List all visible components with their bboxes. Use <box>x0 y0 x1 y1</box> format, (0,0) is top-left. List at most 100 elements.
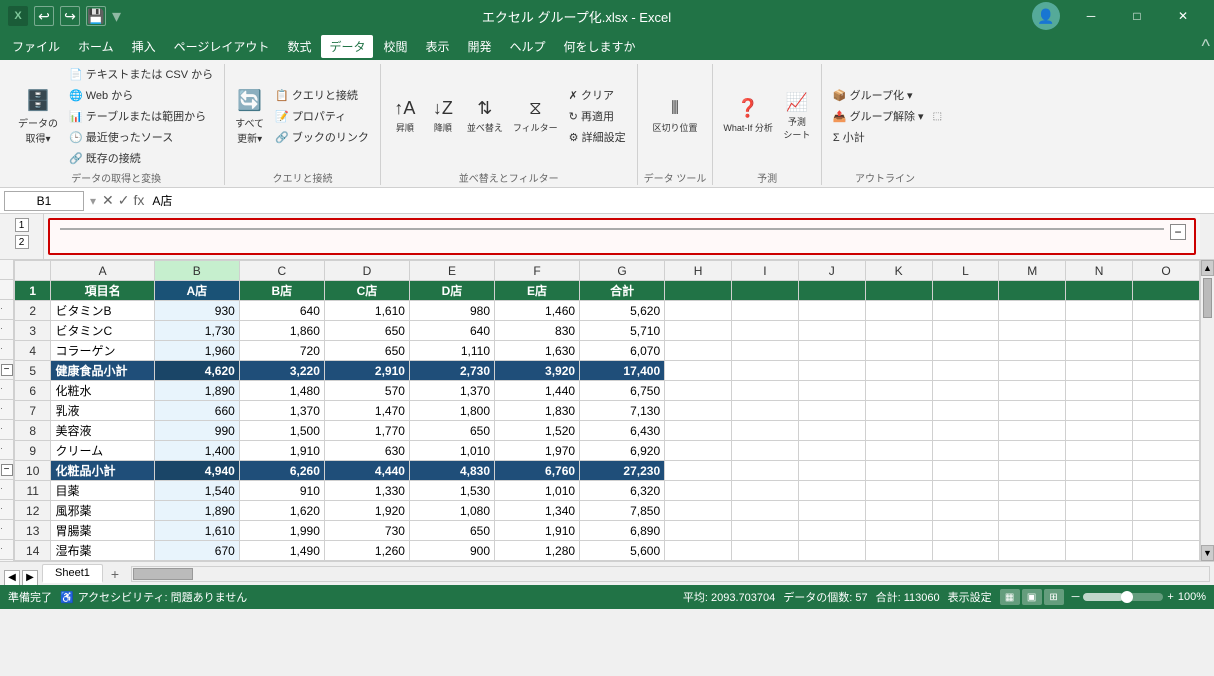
cell-j10[interactable] <box>798 461 865 481</box>
zoom-out-icon[interactable]: ─ <box>1072 591 1080 603</box>
cell-l7[interactable] <box>932 401 999 421</box>
cell-e13[interactable]: 650 <box>409 521 494 541</box>
cell-f9[interactable]: 1,970 <box>495 441 580 461</box>
scroll-thumb[interactable] <box>1203 278 1212 318</box>
cell-c6[interactable]: 1,480 <box>239 381 324 401</box>
cell-k12[interactable] <box>865 501 932 521</box>
scroll-track[interactable] <box>1201 276 1214 545</box>
cell-o6[interactable] <box>1133 381 1200 401</box>
cell-e7[interactable]: 1,800 <box>409 401 494 421</box>
cell-n11[interactable] <box>1066 481 1133 501</box>
cell-i10[interactable] <box>731 461 798 481</box>
cell-b7[interactable]: 660 <box>154 401 239 421</box>
cell-a3[interactable]: ビタミンC <box>51 321 154 341</box>
cell-n2[interactable] <box>1066 301 1133 321</box>
filter-button[interactable]: ⧖ フィルター <box>509 91 562 141</box>
cell-e6[interactable]: 1,370 <box>409 381 494 401</box>
cell-m13[interactable] <box>999 521 1066 541</box>
scroll-up-button[interactable]: ▲ <box>1201 260 1214 276</box>
menu-view[interactable]: 表示 <box>417 35 457 58</box>
from-table-button[interactable]: 📊 テーブルまたは範囲から <box>64 106 218 126</box>
cell-k5[interactable] <box>865 361 932 381</box>
cell-o9[interactable] <box>1133 441 1200 461</box>
cell-m9[interactable] <box>999 441 1066 461</box>
cell-e3[interactable]: 640 <box>409 321 494 341</box>
cell-h2[interactable] <box>665 301 732 321</box>
insert-function-icon[interactable]: fx <box>134 192 145 209</box>
cell-a12[interactable]: 風邪薬 <box>51 501 154 521</box>
horizontal-scrollbar[interactable] <box>131 566 1210 582</box>
cell-g14[interactable]: 5,600 <box>580 541 665 561</box>
row-num-8[interactable]: 8 <box>15 421 51 441</box>
cell-l3[interactable] <box>932 321 999 341</box>
cell-n6[interactable] <box>1066 381 1133 401</box>
cell-g7[interactable]: 7,130 <box>580 401 665 421</box>
cell-a13[interactable]: 胃腸薬 <box>51 521 154 541</box>
row-num-4[interactable]: 4 <box>15 341 51 361</box>
collapse-group1-button[interactable]: − <box>1 364 13 376</box>
from-text-csv-button[interactable]: 📄 テキストまたは CSV から <box>64 64 218 84</box>
cell-l4[interactable] <box>932 341 999 361</box>
from-web-button[interactable]: 🌐 Web から <box>64 85 218 105</box>
cell-c7[interactable]: 1,370 <box>239 401 324 421</box>
cell-k7[interactable] <box>865 401 932 421</box>
cell-b3[interactable]: 1,730 <box>154 321 239 341</box>
row-num-5[interactable]: 5 <box>15 361 51 381</box>
cell-m12[interactable] <box>999 501 1066 521</box>
cell-l1[interactable] <box>932 281 999 301</box>
cell-b8[interactable]: 990 <box>154 421 239 441</box>
cell-l11[interactable] <box>932 481 999 501</box>
cell-j1[interactable] <box>798 281 865 301</box>
cell-h13[interactable] <box>665 521 732 541</box>
cell-j7[interactable] <box>798 401 865 421</box>
cell-k4[interactable] <box>865 341 932 361</box>
cell-g3[interactable]: 5,710 <box>580 321 665 341</box>
cell-a1[interactable]: 項目名 <box>51 281 154 301</box>
cell-o8[interactable] <box>1133 421 1200 441</box>
cell-o13[interactable] <box>1133 521 1200 541</box>
cell-h3[interactable] <box>665 321 732 341</box>
formula-input[interactable] <box>148 194 1210 208</box>
cell-c10[interactable]: 6,260 <box>239 461 324 481</box>
row-num-3[interactable]: 3 <box>15 321 51 341</box>
cell-l8[interactable] <box>932 421 999 441</box>
reapply-button[interactable]: ↻ 再適用 <box>564 106 631 126</box>
close-button[interactable]: ✕ <box>1160 0 1206 32</box>
cell-i6[interactable] <box>731 381 798 401</box>
col-header-d[interactable]: D <box>324 261 409 281</box>
cell-m7[interactable] <box>999 401 1066 421</box>
text-to-columns-button[interactable]: ⫴ 区切り位置 <box>648 91 701 141</box>
cell-d6[interactable]: 570 <box>324 381 409 401</box>
menu-insert[interactable]: 挿入 <box>124 35 164 58</box>
cell-o4[interactable] <box>1133 341 1200 361</box>
vertical-scrollbar[interactable]: ▲ ▼ <box>1200 260 1214 561</box>
save-button[interactable]: 💾 <box>86 6 106 26</box>
cell-k8[interactable] <box>865 421 932 441</box>
row-num-9[interactable]: 9 <box>15 441 51 461</box>
cell-b13[interactable]: 1,610 <box>154 521 239 541</box>
cell-n8[interactable] <box>1066 421 1133 441</box>
menu-search[interactable]: 何をしますか <box>556 35 644 58</box>
cell-o5[interactable] <box>1133 361 1200 381</box>
clear-button[interactable]: ✗ クリア <box>564 85 631 105</box>
cell-j14[interactable] <box>798 541 865 561</box>
rg-row-10[interactable]: − <box>0 460 13 480</box>
ribbon-collapse-button[interactable]: ^ <box>1202 36 1210 57</box>
cell-o7[interactable] <box>1133 401 1200 421</box>
sheet-nav-right[interactable]: ▶ <box>22 570 38 586</box>
cell-h11[interactable] <box>665 481 732 501</box>
menu-develop[interactable]: 開発 <box>460 35 500 58</box>
cell-m2[interactable] <box>999 301 1066 321</box>
cell-o14[interactable] <box>1133 541 1200 561</box>
cell-g12[interactable]: 7,850 <box>580 501 665 521</box>
cell-j4[interactable] <box>798 341 865 361</box>
cell-a11[interactable]: 目薬 <box>51 481 154 501</box>
cell-g11[interactable]: 6,320 <box>580 481 665 501</box>
cell-g2[interactable]: 5,620 <box>580 301 665 321</box>
cell-e12[interactable]: 1,080 <box>409 501 494 521</box>
col-header-i[interactable]: I <box>731 261 798 281</box>
group-level-1[interactable]: 1 <box>15 218 29 232</box>
cell-o1[interactable] <box>1133 281 1200 301</box>
cell-b5[interactable]: 4,620 <box>154 361 239 381</box>
menu-page-layout[interactable]: ページレイアウト <box>166 35 278 58</box>
